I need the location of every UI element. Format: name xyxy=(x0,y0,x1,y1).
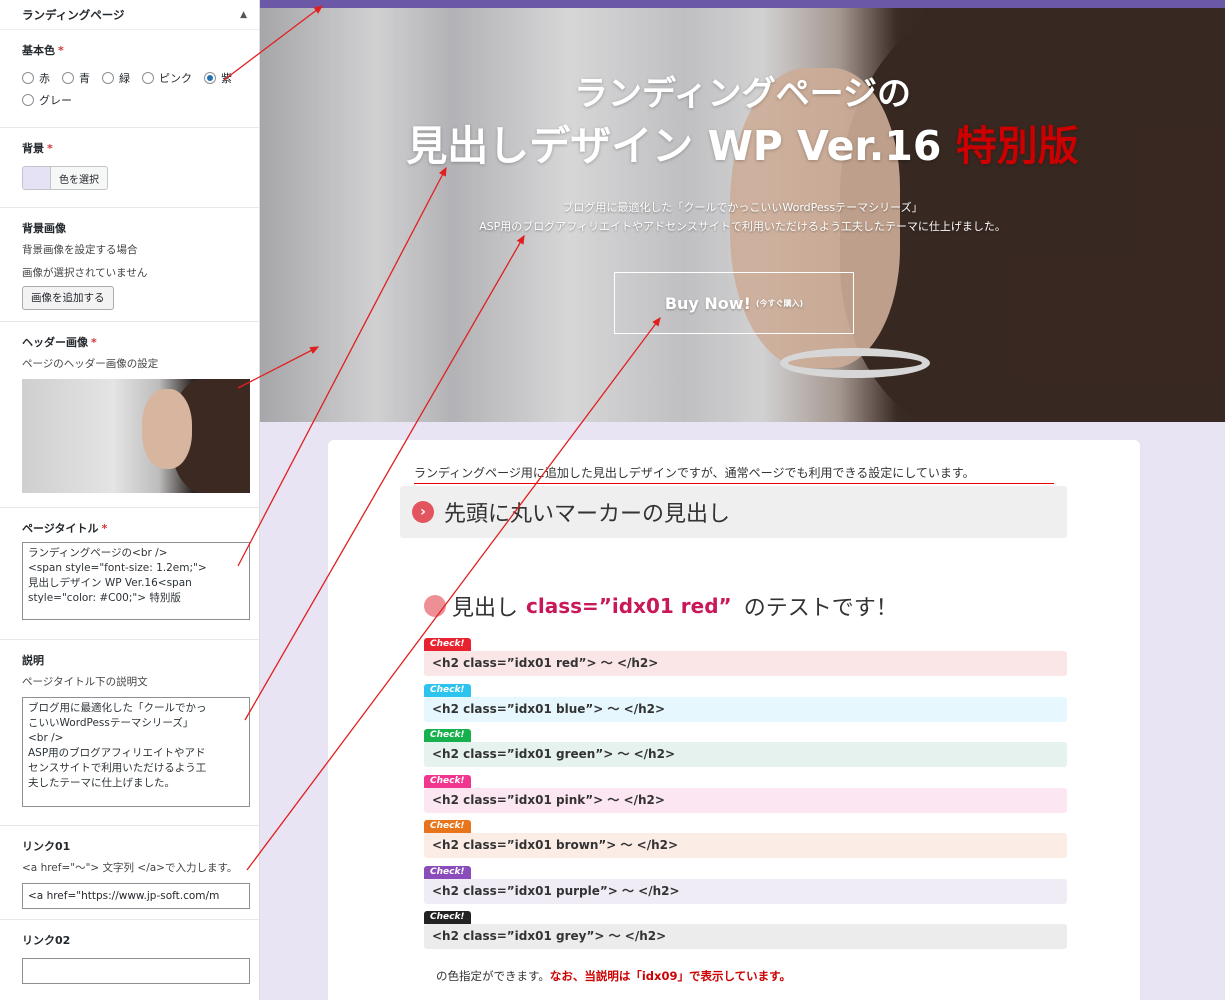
check-item: Check! <h2 class=”idx01 grey”> 〜 </h2> xyxy=(424,911,1067,957)
chevron-right-icon: › xyxy=(412,501,434,523)
check-tag: Check! xyxy=(424,683,471,697)
idx-heading: 見出し class=”idx01 red” のテストです！ xyxy=(424,590,898,622)
section-header[interactable]: ランディングページ ▲ xyxy=(0,0,259,30)
background-image-desc: 背景画像を設定する場合 xyxy=(22,244,138,256)
radio-green[interactable]: 緑 xyxy=(102,70,130,86)
hero-description: ブログ用に最適化した「クールでかっこいいWordPessテーマシリーズ」 ASP… xyxy=(479,201,1006,233)
color-select-button[interactable]: 色を選択 xyxy=(22,166,108,190)
link02-section: リンク02 xyxy=(0,920,259,996)
description-textarea[interactable]: ブログ用に最適化した「クールでかっ こいいWordPessテーマシリーズ」 <b… xyxy=(22,697,250,807)
header-image-thumbnail[interactable] xyxy=(22,379,250,493)
intro-text: ランディングページ用に追加した見出しデザインですが、通常ページでも利用できる設定… xyxy=(414,464,1054,484)
check-tag: Check! xyxy=(424,774,471,788)
accent-top-bar xyxy=(260,0,1225,8)
check-tag: Check! xyxy=(424,911,471,924)
hero-title-line2: 見出しデザイン WP Ver.16 特別版 xyxy=(406,122,1079,170)
link01-label: リンク01 xyxy=(22,840,71,853)
radio-red[interactable]: 赤 xyxy=(22,70,50,86)
check-code: <h2 class=”idx01 green”> 〜 </h2> xyxy=(424,742,1067,767)
background-image-section: 背景画像 背景画像を設定する場合 画像が選択されていません 画像を追加する xyxy=(0,208,259,322)
check-list: Check! <h2 class=”idx01 red”> 〜 </h2> Chec… xyxy=(424,638,1067,957)
background-section: 背景 * 色を選択 xyxy=(0,128,259,208)
hero-header: ランディングページの 見出しデザイン WP Ver.16 特別版 ブログ用に最適… xyxy=(260,8,1225,422)
check-item: Check! <h2 class=”idx01 purple”> 〜 </h2> xyxy=(424,865,1067,912)
check-item: Check! <h2 class=”idx01 pink”> 〜 </h2> xyxy=(424,774,1067,821)
background-image-label: 背景画像 xyxy=(22,222,66,235)
buy-now-button[interactable]: Buy Now! (今すぐ購入) xyxy=(614,272,854,334)
description-section: 説明 ページタイトル下の説明文 ブログ用に最適化した「クールでかっ こいいWor… xyxy=(0,640,259,826)
check-item: Check! <h2 class=”idx01 blue”> 〜 </h2> xyxy=(424,683,1067,730)
check-code: <h2 class=”idx01 brown”> 〜 </h2> xyxy=(424,833,1067,858)
hero-title-line1: ランディングページの xyxy=(574,74,911,114)
color-swatch xyxy=(23,167,51,189)
description-desc: ページタイトル下の説明文 xyxy=(22,676,148,688)
header-image-desc: ページのヘッダー画像の設定 xyxy=(22,358,159,370)
note-text: の色指定ができます。なお、当説明は「idx09」で表示しています。 xyxy=(436,969,791,983)
check-item: Check! <h2 class=”idx01 red”> 〜 </h2> xyxy=(424,638,1067,684)
radio-grey[interactable]: グレー xyxy=(22,92,72,108)
circle-marker-icon xyxy=(424,595,446,617)
link01-desc: <a href="〜"> 文字列 </a>で入力します。 xyxy=(22,862,238,874)
check-tag: Check! xyxy=(424,865,471,879)
background-label: 背景 * xyxy=(22,142,53,155)
base-color-radio-group: 赤 青 緑 ピンク 紫 グレー xyxy=(22,70,249,108)
customizer-sidebar: ランディングページ ▲ 基本色 * 赤 青 緑 ピンク 紫 グレー 背景 * 色を選… xyxy=(0,0,260,1000)
section-title: ランディングページ xyxy=(22,7,125,22)
header-image-label: ヘッダー画像 * xyxy=(22,336,97,349)
check-code: <h2 class=”idx01 grey”> 〜 </h2> xyxy=(424,924,1067,949)
page-title-section: ページタイトル * ランディングページの<br /> <span style="f… xyxy=(0,508,259,640)
check-code: <h2 class=”idx01 purple”> 〜 </h2> xyxy=(424,878,1067,904)
check-tag: Check! xyxy=(424,820,471,833)
link02-label: リンク02 xyxy=(22,934,71,947)
link01-input[interactable]: <a href="https://www.jp-soft.com/m xyxy=(22,883,250,909)
description-label: 説明 xyxy=(22,654,44,667)
radio-purple[interactable]: 紫 xyxy=(204,70,232,86)
check-item: Check! <h2 class=”idx01 brown”> 〜 </h2> xyxy=(424,820,1067,866)
hero-title-special: 特別版 xyxy=(955,122,1079,170)
link01-section: リンク01 <a href="〜"> 文字列 </a>で入力します。 <a hr… xyxy=(0,826,259,920)
add-image-button[interactable]: 画像を追加する xyxy=(22,286,114,310)
marker-heading: › 先頭に丸いマーカーの見出し xyxy=(400,486,1067,538)
link02-input[interactable] xyxy=(22,958,250,984)
check-code: <h2 class=”idx01 pink”> 〜 </h2> xyxy=(424,787,1067,813)
base-color-section: 基本色 * 赤 青 緑 ピンク 紫 グレー xyxy=(0,30,259,128)
base-color-label: 基本色 * xyxy=(22,44,64,57)
content-card: ランディングページ用に追加した見出しデザインですが、通常ページでも利用できる設定… xyxy=(328,440,1140,1000)
header-image-section: ヘッダー画像 * ページのヘッダー画像の設定 xyxy=(0,322,259,508)
check-code: <h2 class=”idx01 blue”> 〜 </h2> xyxy=(424,696,1067,722)
background-image-status: 画像が選択されていません xyxy=(22,267,148,279)
check-code: <h2 class=”idx01 red”> 〜 </h2> xyxy=(424,651,1067,676)
collapse-caret-icon[interactable]: ▲ xyxy=(240,10,247,20)
radio-blue[interactable]: 青 xyxy=(62,70,90,86)
page-title-textarea[interactable]: ランディングページの<br /> <span style="font-size:… xyxy=(22,542,250,620)
page-title-label: ページタイトル * xyxy=(22,522,108,535)
radio-pink[interactable]: ピンク xyxy=(142,70,192,86)
check-tag: Check! xyxy=(424,638,471,651)
check-tag: Check! xyxy=(424,729,471,742)
check-item: Check! <h2 class=”idx01 green”> 〜 </h2> xyxy=(424,729,1067,775)
